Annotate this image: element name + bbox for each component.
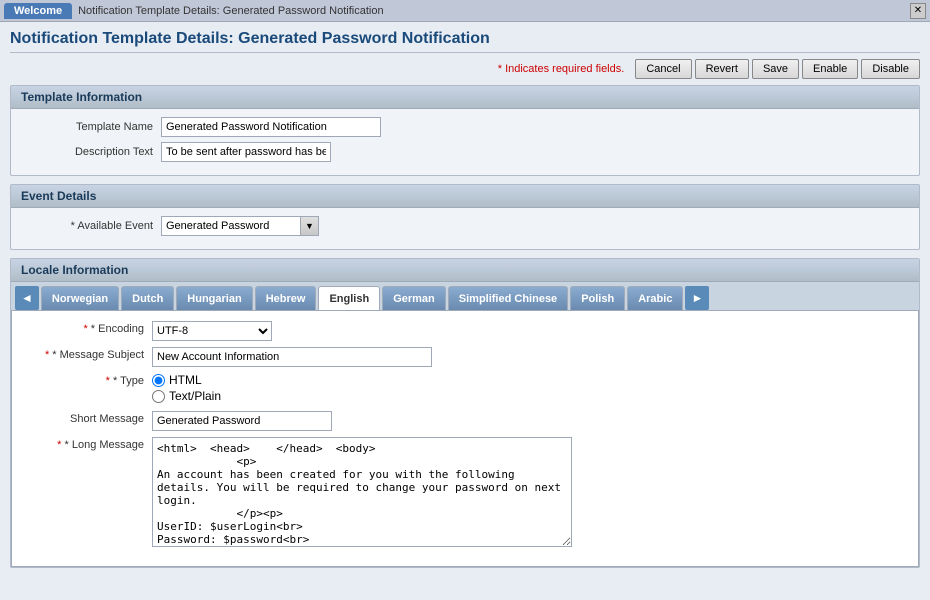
title-bar-text: Notification Template Details: Generated… <box>78 5 384 17</box>
message-subject-input[interactable] <box>152 347 432 367</box>
short-message-input[interactable] <box>152 411 332 431</box>
disable-button[interactable]: Disable <box>861 59 920 79</box>
tab-polish[interactable]: Polish <box>570 286 625 310</box>
encoding-control: UTF-8 ISO-8859-1 US-ASCII <box>152 321 908 341</box>
revert-button[interactable]: Revert <box>695 59 749 79</box>
available-event-container: Generated Password ▼ <box>161 216 319 236</box>
type-control: HTML Text/Plain <box>152 373 908 405</box>
message-subject-control <box>152 347 908 367</box>
description-label: Description Text <box>21 146 161 158</box>
tab-german[interactable]: German <box>382 286 446 310</box>
toolbar: * Indicates required fields. Cancel Reve… <box>10 59 920 79</box>
type-html-option: HTML <box>152 373 908 387</box>
available-event-label: * Available Event <box>21 220 161 232</box>
tab-simplified-chinese[interactable]: Simplified Chinese <box>448 286 568 310</box>
long-message-textarea[interactable] <box>152 437 572 547</box>
required-note: * Indicates required fields. <box>498 63 625 75</box>
template-name-input[interactable] <box>161 117 381 137</box>
tab-dutch[interactable]: Dutch <box>121 286 174 310</box>
locale-section-header: Locale Information <box>11 259 919 282</box>
encoding-label: * Encoding <box>22 321 152 335</box>
type-html-label: HTML <box>169 373 202 387</box>
type-radio-group: HTML Text/Plain <box>152 373 908 405</box>
available-event-row: * Available Event Generated Password ▼ <box>21 216 909 236</box>
tab-hungarian[interactable]: Hungarian <box>176 286 252 310</box>
tab-english[interactable]: English <box>318 286 380 310</box>
locale-tabs-container: ◄ Norwegian Dutch Hungarian Hebrew Engli… <box>11 282 919 311</box>
long-message-control <box>152 437 908 550</box>
type-row: * Type HTML Text/Plain <box>12 373 918 405</box>
event-details-section: Event Details * Available Event Generate… <box>10 184 920 250</box>
type-html-radio[interactable] <box>152 374 165 387</box>
short-message-control <box>152 411 908 431</box>
encoding-row: * Encoding UTF-8 ISO-8859-1 US-ASCII <box>12 321 918 341</box>
event-details-body: * Available Event Generated Password ▼ <box>11 208 919 249</box>
main-content: Notification Template Details: Generated… <box>0 22 930 600</box>
available-event-value: Generated Password <box>161 216 301 236</box>
type-text-option: Text/Plain <box>152 389 908 403</box>
type-text-label: Text/Plain <box>169 389 221 403</box>
type-text-radio[interactable] <box>152 390 165 403</box>
available-event-dropdown-button[interactable]: ▼ <box>301 216 319 236</box>
short-message-row: Short Message <box>12 411 918 431</box>
short-message-label: Short Message <box>22 411 152 425</box>
cancel-button[interactable]: Cancel <box>635 59 691 79</box>
template-info-section: Template Information Template Name Descr… <box>10 85 920 176</box>
save-button[interactable]: Save <box>752 59 799 79</box>
message-subject-row: * Message Subject <box>12 347 918 367</box>
description-input[interactable] <box>161 142 331 162</box>
type-label: * Type <box>22 373 152 387</box>
template-info-body: Template Name Description Text <box>11 109 919 175</box>
tab-content-english: * Encoding UTF-8 ISO-8859-1 US-ASCII * M… <box>11 311 919 567</box>
description-row: Description Text <box>21 142 909 162</box>
long-message-row: * Long Message <box>12 437 918 550</box>
close-button[interactable]: ✕ <box>910 3 926 19</box>
tab-right-arrow[interactable]: ► <box>685 286 709 310</box>
long-message-label: * Long Message <box>22 437 152 451</box>
tab-left-arrow[interactable]: ◄ <box>15 286 39 310</box>
title-bar: Welcome Notification Template Details: G… <box>0 0 930 22</box>
tab-arabic[interactable]: Arabic <box>627 286 683 310</box>
welcome-tab[interactable]: Welcome <box>4 3 72 19</box>
encoding-select[interactable]: UTF-8 ISO-8859-1 US-ASCII <box>152 321 272 341</box>
tab-norwegian[interactable]: Norwegian <box>41 286 119 310</box>
template-name-label: Template Name <box>21 121 161 133</box>
template-name-row: Template Name <box>21 117 909 137</box>
locale-section: Locale Information ◄ Norwegian Dutch Hun… <box>10 258 920 568</box>
page-title: Notification Template Details: Generated… <box>10 30 920 53</box>
event-details-header: Event Details <box>11 185 919 208</box>
enable-button[interactable]: Enable <box>802 59 858 79</box>
message-subject-label: * Message Subject <box>22 347 152 361</box>
template-info-header: Template Information <box>11 86 919 109</box>
tab-hebrew[interactable]: Hebrew <box>255 286 317 310</box>
